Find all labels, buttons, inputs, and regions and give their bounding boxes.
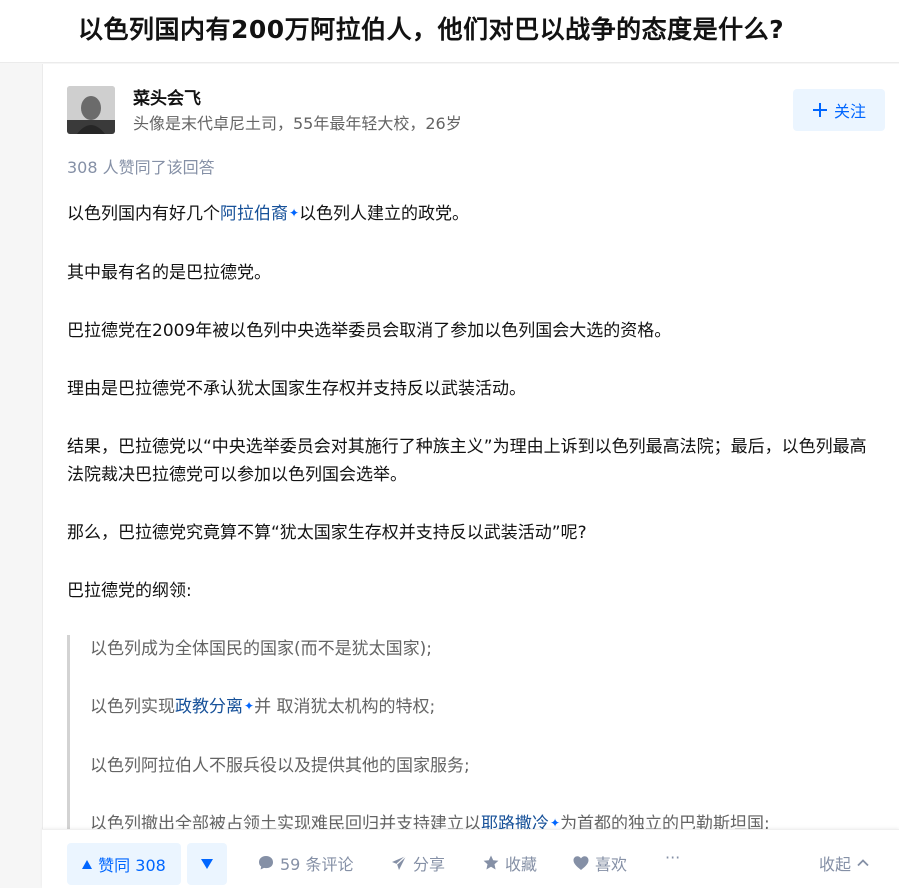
author-name[interactable]: 菜头会飞 <box>133 84 201 109</box>
more-button[interactable]: ··· <box>665 848 680 867</box>
paragraph: 那么，巴拉德党究竟算不算“犹太国家生存权并支持反以武装活动”呢? <box>67 523 587 543</box>
answer-content: 以色列国内有好几个阿拉伯裔✦以色列人建立的政党。 其中最有名的是巴拉德党。 巴拉… <box>67 200 877 869</box>
heart-icon <box>573 856 589 870</box>
comment-button[interactable]: 59 条评论 <box>257 851 353 875</box>
blockquote: 以色列成为全体国民的国家(而不是犹太国家); 以色列实现政教分离✦并 取消犹太机… <box>67 635 877 839</box>
question-title[interactable]: 以色列国内有200万阿拉伯人，他们对巴以战争的态度是什么? <box>78 10 784 46</box>
answer-card: 菜头会飞 头像是末代卓尼土司，55年最年轻大校，26岁 关注 308 人赞同了该… <box>42 64 899 887</box>
paragraph: 巴拉德党的纲领: <box>67 581 192 601</box>
paragraph: 其中最有名的是巴拉德党。 <box>67 263 271 283</box>
paragraph: 巴拉德党在2009年被以色列中央选举委员会取消了参加以色列国会大选的资格。 <box>67 321 672 341</box>
comment-icon <box>259 856 273 870</box>
author-bio: 头像是末代卓尼土司，55年最年轻大校，26岁 <box>133 114 462 133</box>
share-icon <box>392 855 407 870</box>
collapse-label: 收起 <box>819 855 852 874</box>
paragraph: 以色列国内有好几个阿拉伯裔✦以色列人建立的政党。 <box>67 204 470 224</box>
comment-label: 59 条评论 <box>280 855 354 874</box>
triangle-up-icon <box>82 859 93 869</box>
star-icon <box>483 855 499 870</box>
vote-up-button[interactable]: 赞同 308 <box>67 843 181 885</box>
follow-label: 关注 <box>833 102 866 121</box>
collect-label: 收藏 <box>505 855 538 874</box>
share-label: 分享 <box>413 855 446 874</box>
collect-button[interactable]: 收藏 <box>482 851 537 875</box>
paragraph: 理由是巴拉德党不承认犹太国家生存权并支持反以武装活动。 <box>67 379 526 399</box>
voters-count[interactable]: 308 人赞同了该回答 <box>67 154 215 178</box>
keyword-link[interactable]: 政教分离 <box>175 697 243 717</box>
answer-action-bar: 赞同 308 59 条评论 分享 收藏 喜欢 ··· 收起 <box>42 829 899 888</box>
keyword-link[interactable]: 阿拉伯裔 <box>220 204 288 224</box>
triangle-down-icon <box>201 859 213 869</box>
vote-up-label: 赞同 308 <box>98 856 166 875</box>
plus-icon <box>812 103 827 117</box>
like-label: 喜欢 <box>595 855 628 874</box>
share-button[interactable]: 分享 <box>390 851 445 875</box>
chevron-up-icon <box>857 859 869 867</box>
author-avatar[interactable] <box>67 86 115 134</box>
paragraph: 结果，巴拉德党以“中央选举委员会对其施行了种族主义”为理由上诉到以色列最高法院；… <box>67 437 867 485</box>
question-header: 以色列国内有200万阿拉伯人，他们对巴以战争的态度是什么? <box>0 0 899 63</box>
follow-button[interactable]: 关注 <box>793 89 885 131</box>
like-button[interactable]: 喜欢 <box>572 851 627 875</box>
collapse-button[interactable]: 收起 <box>819 851 871 875</box>
quote-line: 以色列实现政教分离✦并 取消犹太机构的特权; <box>90 697 436 717</box>
vote-down-button[interactable] <box>187 843 227 885</box>
quote-line: 以色列阿拉伯人不服兵役以及提供其他的国家服务; <box>90 756 470 776</box>
sparkle-icon: ✦ <box>244 699 255 713</box>
sparkle-icon: ✦ <box>550 816 561 830</box>
quote-line: 以色列成为全体国民的国家(而不是犹太国家); <box>90 639 432 659</box>
sparkle-icon: ✦ <box>289 206 300 220</box>
